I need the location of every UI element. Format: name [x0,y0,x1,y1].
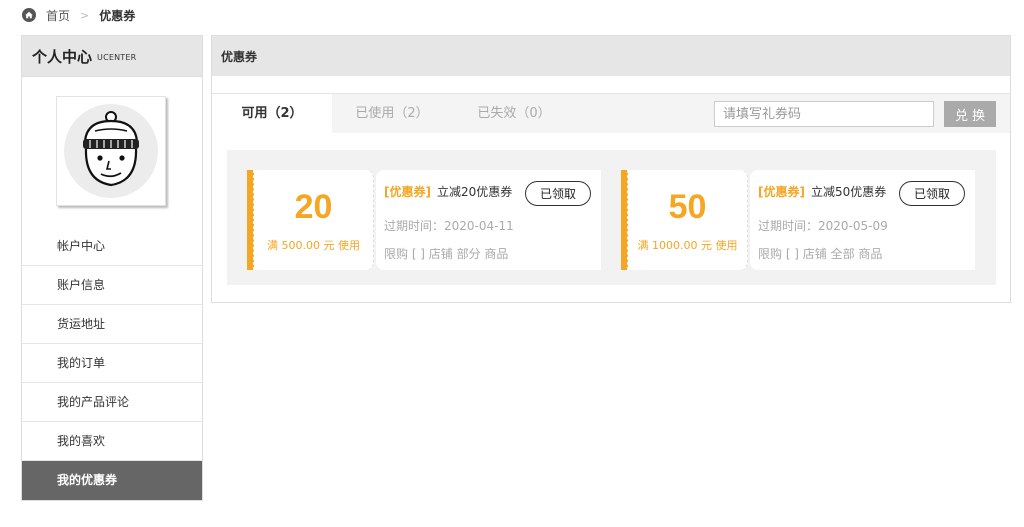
coupon-tag: [优惠券] [384,185,431,199]
main-panel: 优惠券 可用（2） 已使用（2） 已失效（0） 兑换 20 满 500.00 元… [211,35,1011,303]
coupon-list: 20 满 500.00 元 使用 [优惠券] 立减20优惠券 已领取 过期时间：2… [227,150,996,285]
sidebar-item-account-info[interactable]: 账户信息 [22,266,202,305]
avatar-illustration [64,104,158,198]
coupon-condition: 满 500.00 元 使用 [267,239,360,252]
redeem-button[interactable]: 兑换 [944,101,996,127]
avatar[interactable] [56,96,166,206]
tab-used[interactable]: 已使用（2） [342,94,442,134]
coupon-limit: 限购 [ ] 店铺 部分 商品 [384,247,509,261]
sidebar-item-my-favorites[interactable]: 我的喜欢 [22,422,202,461]
coupon-tag: [优惠券] [758,185,805,199]
coupon-title-line: [优惠券] 立减50优惠券 [758,183,886,200]
coupon-tabs: 可用（2） 已使用（2） 已失效（0） 兑换 [212,93,1010,134]
coupon-perforated-edge [621,170,628,270]
sidebar-subtitle: UCENTER [97,53,137,62]
coupon-amount: 50 [668,188,707,226]
coupon-limit: 限购 [ ] 店铺 全部 商品 [758,247,883,261]
sidebar-item-my-coupons[interactable]: 我的优惠券 [22,461,202,500]
coupon-amount: 20 [294,188,333,226]
home-icon[interactable] [22,8,36,22]
breadcrumb-separator: > [80,8,90,22]
coupon-card: 50 满 1000.00 元 使用 [优惠券] 立减50优惠券 已领取 过期时间：… [621,170,975,270]
coupon-value-section: 20 满 500.00 元 使用 [247,170,374,270]
coupon-expire: 过期时间：2020-04-11 [384,219,514,233]
sidebar: 个人中心 UCENTER 帐户中心 账户信息 货运地址 我的订单 我的产品评论 … [21,35,203,501]
claimed-button[interactable]: 已领取 [525,181,591,206]
breadcrumb-home-link[interactable]: 首页 [46,7,70,24]
sidebar-header: 个人中心 UCENTER [22,36,202,77]
coupon-value-section: 50 满 1000.00 元 使用 [621,170,748,270]
tab-available[interactable]: 可用（2） [212,94,332,134]
sidebar-item-my-reviews[interactable]: 我的产品评论 [22,383,202,422]
coupon-code-input[interactable] [714,101,934,127]
coupon-expire: 过期时间：2020-05-09 [758,219,888,233]
sidebar-item-account-center[interactable]: 帐户中心 [22,227,202,266]
tab-expired[interactable]: 已失效（0） [464,94,564,134]
coupon-name: 立减50优惠券 [810,185,887,199]
breadcrumb-current: 优惠券 [99,8,136,23]
coupon-name: 立减20优惠券 [436,185,513,199]
coupon-condition: 满 1000.00 元 使用 [637,239,738,252]
sidebar-item-shipping-address[interactable]: 货运地址 [22,305,202,344]
claimed-button[interactable]: 已领取 [899,181,965,206]
coupon-title-line: [优惠券] 立减20优惠券 [384,183,512,200]
sidebar-item-my-orders[interactable]: 我的订单 [22,344,202,383]
coupon-info-section: [优惠券] 立减20优惠券 已领取 过期时间：2020-04-11 限购 [ ] … [376,170,601,270]
coupon-card: 20 满 500.00 元 使用 [优惠券] 立减20优惠券 已领取 过期时间：2… [247,170,601,270]
coupon-info-section: [优惠券] 立减50优惠券 已领取 过期时间：2020-05-09 限购 [ ] … [750,170,975,270]
sidebar-title: 个人中心 [32,47,93,66]
coupon-perforated-edge [247,170,254,270]
page-title: 优惠券 [212,36,1010,76]
breadcrumb: 首页 > 优惠券 [22,6,135,24]
sidebar-menu: 帐户中心 账户信息 货运地址 我的订单 我的产品评论 我的喜欢 我的优惠券 [22,227,202,500]
